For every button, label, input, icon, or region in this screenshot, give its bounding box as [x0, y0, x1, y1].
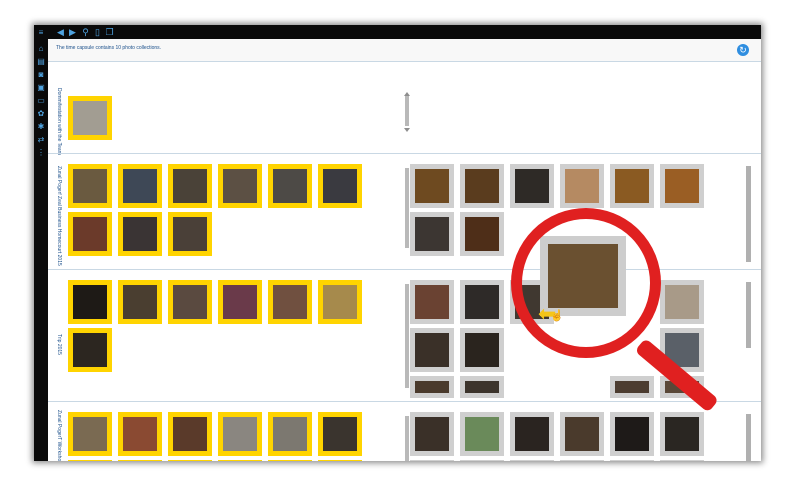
photo-tile[interactable] — [460, 280, 504, 324]
folder-icon[interactable]: ▭ — [37, 97, 45, 105]
camera-icon[interactable]: ◙ — [37, 71, 45, 79]
back-icon[interactable]: ◀ — [56, 27, 65, 37]
photo-tile[interactable] — [68, 412, 112, 456]
photo-tile[interactable] — [410, 412, 454, 456]
more-icon[interactable]: ⋮ — [37, 149, 45, 157]
scroll-up-icon[interactable] — [404, 92, 410, 96]
photo-tile[interactable] — [660, 412, 704, 456]
cursor-icon: ☝ — [550, 310, 564, 322]
scrollbar[interactable] — [405, 416, 409, 461]
photo-tile[interactable] — [68, 460, 112, 461]
photo-tile[interactable] — [510, 164, 554, 208]
photo-tile[interactable] — [118, 280, 162, 324]
photo-tile[interactable] — [268, 412, 312, 456]
photo-tile[interactable] — [68, 164, 112, 208]
copy-icon[interactable]: ❐ — [105, 27, 114, 37]
info-bar: The time capsule contains 10 photo colle… — [48, 39, 761, 62]
photo-tile[interactable] — [410, 280, 454, 324]
photo-tile[interactable] — [318, 280, 362, 324]
scrollbar[interactable] — [405, 284, 409, 388]
info-message: The time capsule contains 10 photo colle… — [56, 45, 162, 51]
collection-title: Zunal PogerT Workshop 2015 — [56, 410, 62, 461]
photo-tile[interactable] — [268, 164, 312, 208]
photo-tile[interactable] — [168, 280, 212, 324]
photo-tile[interactable] — [168, 460, 212, 461]
scrollbar[interactable] — [746, 414, 751, 461]
photo-tile[interactable] — [460, 460, 504, 461]
collection-row: Zunal PogerT Workshop 2015 — [48, 401, 761, 461]
photo-tile[interactable] — [168, 212, 212, 256]
menu-icon[interactable]: ≡ — [37, 29, 45, 37]
photo-tile[interactable] — [610, 164, 654, 208]
collection-title: Zunal Pogerf Zeal Business Homecourt 201… — [56, 166, 62, 266]
photo-tile[interactable] — [460, 164, 504, 208]
scroll-down-icon[interactable] — [404, 128, 410, 132]
photo-tile[interactable] — [410, 460, 454, 461]
photo-tile[interactable] — [268, 460, 312, 461]
sidebar: ≡ ⌂ ▤ ◙ ▣ ▭ ✿ ✱ ⇄ ⋮ — [34, 25, 48, 461]
photo-tile[interactable] — [560, 164, 604, 208]
toolbar: ◀ ▶ ⚲ ▯ ❐ — [48, 25, 761, 39]
photo-tile[interactable] — [660, 460, 704, 461]
page-icon[interactable]: ▯ — [93, 27, 102, 37]
photo-tile[interactable] — [460, 412, 504, 456]
photo-tile[interactable] — [168, 164, 212, 208]
photo-tile[interactable] — [68, 328, 112, 372]
image-icon[interactable]: ▣ — [37, 84, 45, 92]
scrollbar[interactable] — [405, 168, 409, 248]
photo-tile[interactable] — [318, 164, 362, 208]
document-icon[interactable]: ▤ — [37, 58, 45, 66]
photo-tile[interactable] — [268, 280, 312, 324]
photo-tile[interactable] — [460, 376, 504, 398]
photo-tile[interactable] — [560, 412, 604, 456]
photo-tile[interactable] — [560, 460, 604, 461]
photo-tile[interactable] — [460, 328, 504, 372]
collection-title: Trip 2015 — [56, 334, 62, 355]
photo-tile[interactable] — [218, 412, 262, 456]
photo-tile[interactable] — [118, 412, 162, 456]
search-icon[interactable]: ⚲ — [81, 27, 90, 37]
scrollbar[interactable] — [405, 96, 409, 126]
photo-tile[interactable] — [610, 412, 654, 456]
home-icon[interactable]: ⌂ — [37, 45, 45, 53]
scrollbar[interactable] — [746, 282, 751, 348]
photo-tile[interactable] — [660, 280, 704, 324]
scrollbar[interactable] — [746, 166, 751, 262]
photo-tile[interactable] — [410, 376, 454, 398]
photo-tile[interactable] — [460, 212, 504, 256]
photo-tile[interactable] — [218, 164, 262, 208]
settings-icon[interactable]: ✱ — [37, 123, 45, 131]
photo-tile[interactable] — [410, 328, 454, 372]
share-icon[interactable]: ⇄ — [37, 136, 45, 144]
photo-tile[interactable] — [118, 460, 162, 461]
gear-icon[interactable]: ✿ — [37, 110, 45, 118]
refresh-icon[interactable]: ↻ — [737, 44, 749, 56]
photo-tile[interactable] — [610, 460, 654, 461]
photo-tile[interactable] — [118, 164, 162, 208]
photo-tile[interactable] — [510, 412, 554, 456]
photo-tile[interactable] — [318, 460, 362, 461]
photo-tile[interactable] — [68, 212, 112, 256]
photo-tile[interactable] — [218, 280, 262, 324]
photo-tile[interactable] — [410, 164, 454, 208]
photo-tile[interactable] — [218, 460, 262, 461]
photo-tile[interactable] — [118, 212, 162, 256]
photo-tile[interactable] — [410, 212, 454, 256]
magnifier-icon — [511, 208, 661, 358]
photo-tile[interactable] — [510, 460, 554, 461]
collection-title: Dommifestation with the Team — [56, 88, 62, 155]
photo-tile[interactable] — [660, 164, 704, 208]
collection-row: Dommifestation with the Team — [48, 61, 761, 155]
photo-tile[interactable] — [318, 412, 362, 456]
photo-tile[interactable] — [168, 412, 212, 456]
photo-tile[interactable] — [68, 280, 112, 324]
app-window: ≡ ⌂ ▤ ◙ ▣ ▭ ✿ ✱ ⇄ ⋮ ◀ ▶ ⚲ ▯ ❐ The time c… — [34, 25, 761, 461]
photo-tile[interactable] — [610, 376, 654, 398]
photo-tile[interactable] — [68, 96, 112, 140]
forward-icon[interactable]: ▶ — [68, 27, 77, 37]
